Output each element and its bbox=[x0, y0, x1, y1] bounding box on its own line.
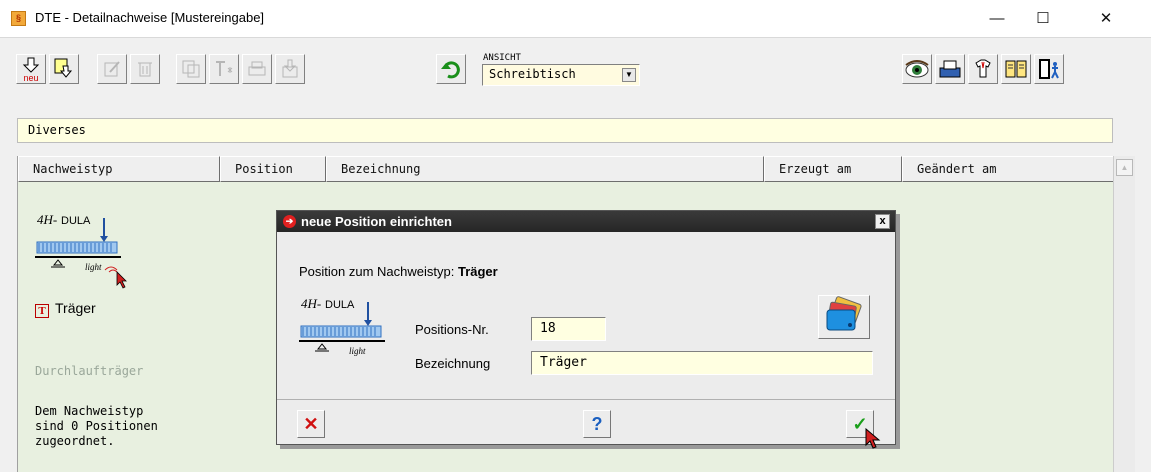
svg-text:light: light bbox=[85, 262, 102, 272]
mouse-cursor-icon bbox=[116, 271, 127, 289]
bezeichnung-label: Bezeichnung bbox=[415, 356, 491, 371]
column-header-nachweistyp[interactable]: Nachweistyp bbox=[18, 156, 220, 182]
dialog-close-button[interactable]: x bbox=[875, 214, 890, 229]
view-select-value: Schreibtisch bbox=[489, 67, 576, 81]
edit-button[interactable] bbox=[97, 54, 127, 84]
title-bar: § DTE - Detailnachweise [Mustereingabe] … bbox=[0, 0, 1151, 38]
card-select-button[interactable] bbox=[818, 295, 870, 339]
column-header-geaendert[interactable]: Geändert am bbox=[902, 156, 1114, 182]
delete-button[interactable] bbox=[130, 54, 160, 84]
svg-text:4H-: 4H- bbox=[301, 296, 321, 311]
edit-icon bbox=[104, 61, 120, 77]
printer-disabled-icon bbox=[248, 61, 266, 76]
type-panel: 4H- DULA light T Träger Durchlaufträger D… bbox=[17, 182, 217, 472]
dula-light-logo[interactable]: 4H- DULA light bbox=[35, 212, 145, 290]
bezeichnung-field[interactable]: Träger bbox=[531, 351, 873, 375]
help-button[interactable]: ? bbox=[583, 410, 611, 438]
view-select[interactable]: Schreibtisch ▼ bbox=[482, 64, 640, 86]
type-subtitle: Durchlaufträger bbox=[35, 364, 144, 378]
window-title: DTE - Detailnachweise [Mustereingabe] bbox=[35, 10, 265, 25]
copy-button[interactable] bbox=[176, 54, 206, 84]
eye-icon bbox=[905, 60, 929, 78]
import-icon bbox=[282, 59, 298, 78]
dula-light-logo-small: 4H- DULA light bbox=[299, 296, 385, 356]
maximize-button[interactable]: ☐ bbox=[1020, 0, 1066, 38]
svg-text:neu: neu bbox=[23, 73, 38, 82]
column-header-erzeugt[interactable]: Erzeugt am bbox=[764, 156, 902, 182]
mouse-cursor-icon bbox=[865, 428, 881, 449]
svg-text:light: light bbox=[349, 346, 366, 356]
dialog-heading: Position zum Nachweistyp: Träger bbox=[299, 264, 498, 279]
posnr-label: Positions-Nr. bbox=[415, 322, 489, 337]
type-description: Dem Nachweistyp sind 0 Positionen zugeor… bbox=[35, 404, 158, 448]
chevron-down-icon[interactable]: ▼ bbox=[622, 68, 636, 82]
open-button[interactable] bbox=[49, 54, 79, 84]
print-button[interactable] bbox=[935, 54, 965, 84]
arrow-right-icon: ➔ bbox=[283, 215, 296, 228]
type-link-traeger[interactable]: T Träger bbox=[35, 300, 96, 318]
cancel-button[interactable]: ✕ bbox=[297, 410, 325, 438]
svg-text:4H-: 4H- bbox=[37, 212, 57, 227]
type-button[interactable] bbox=[209, 54, 239, 84]
refresh-button[interactable] bbox=[436, 54, 466, 84]
dialog-footer-divider bbox=[277, 399, 895, 400]
window-edge bbox=[1135, 156, 1151, 472]
category-bar[interactable]: Diverses bbox=[17, 118, 1113, 143]
exit-door-icon bbox=[1039, 59, 1059, 79]
scroll-up-icon[interactable]: ▲ bbox=[1116, 159, 1133, 176]
manual-button[interactable] bbox=[1001, 54, 1031, 84]
app-icon: § bbox=[11, 11, 26, 26]
green-return-arrow-icon bbox=[441, 61, 460, 79]
copy-icon bbox=[182, 60, 200, 78]
cards-icon bbox=[826, 296, 862, 331]
type-t-icon: T bbox=[35, 304, 49, 318]
new-arrow-icon: neu bbox=[22, 57, 40, 82]
new-button[interactable]: neu bbox=[16, 54, 46, 84]
print-export-button[interactable] bbox=[242, 54, 272, 84]
import-button[interactable] bbox=[275, 54, 305, 84]
shirt-icon bbox=[975, 59, 991, 78]
column-header-bezeichnung[interactable]: Bezeichnung bbox=[326, 156, 764, 182]
exit-button[interactable] bbox=[1034, 54, 1064, 84]
trash-icon bbox=[138, 62, 152, 77]
close-button[interactable]: ✕ bbox=[1083, 0, 1129, 38]
dialog-heading-type: Träger bbox=[457, 264, 498, 279]
toolbar: neu ANSICHT Schreibtisch ▼ bbox=[0, 38, 1151, 108]
posnr-field[interactable]: 18 bbox=[531, 317, 606, 341]
minimize-button[interactable]: — bbox=[974, 0, 1020, 38]
printer-icon bbox=[939, 60, 961, 78]
view-button[interactable] bbox=[902, 54, 932, 84]
dialog-title-bar: ➔ neue Position einrichten x bbox=[277, 211, 895, 232]
svg-text:DULA: DULA bbox=[325, 299, 355, 311]
type-name: Träger bbox=[55, 300, 96, 316]
view-label: ANSICHT bbox=[483, 53, 521, 63]
dialog-heading-prefix: Position zum Nachweistyp: bbox=[299, 264, 455, 279]
vertical-scrollbar[interactable]: ▲ bbox=[1113, 156, 1135, 472]
text-spark-icon bbox=[216, 61, 233, 76]
svg-text:DULA: DULA bbox=[61, 215, 91, 227]
new-position-dialog: ➔ neue Position einrichten x Position zu… bbox=[276, 210, 896, 449]
dialog-title: neue Position einrichten bbox=[301, 214, 452, 229]
settings-button[interactable] bbox=[968, 54, 998, 84]
document-arrow-icon bbox=[54, 58, 73, 78]
book-icon bbox=[1005, 60, 1027, 78]
category-label: Diverses bbox=[28, 123, 86, 137]
column-header-position[interactable]: Position bbox=[220, 156, 326, 182]
